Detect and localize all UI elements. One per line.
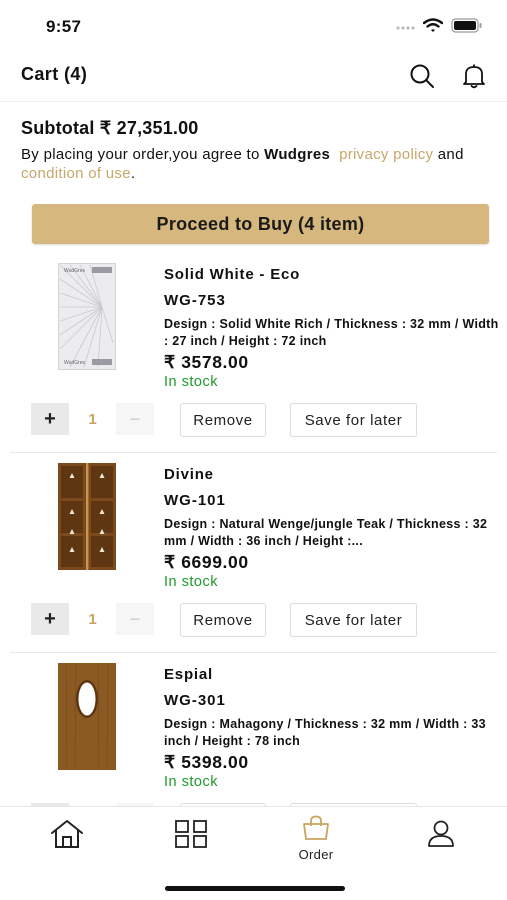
product-name[interactable]: Divine (164, 466, 499, 483)
agreement-and: and (433, 146, 464, 163)
product-image[interactable] (58, 662, 116, 771)
order-summary: Subtotal ₹ 27,351.00 By placing your ord… (21, 118, 491, 183)
home-indicator (165, 886, 345, 891)
product-price: ₹ 3578.00 (164, 352, 249, 372)
agreement-period: . (130, 165, 136, 182)
brand-name: Wudgres (264, 146, 331, 163)
image-brand-top: WudGres (64, 268, 86, 274)
decrease-quantity-button[interactable]: − (116, 603, 154, 635)
condition-of-use-link[interactable]: condition of use (21, 165, 131, 182)
nav-profile[interactable] (411, 819, 471, 865)
bottom-navigation: Order (0, 806, 507, 900)
nav-order-label: Order (298, 847, 334, 862)
cart-item: Espial WG-301 Design : Mahagony / Thickn… (0, 653, 507, 806)
agreement-prefix: By placing your order,you agree to (21, 146, 265, 163)
product-description: Design : Solid White Rich / Thickness : … (164, 317, 499, 348)
user-icon (426, 819, 456, 852)
product-sku: WG-753 (164, 292, 226, 309)
status-bar: 9:57 (0, 0, 507, 52)
cart-item: Divine WG-101 Design : Natural Wenge/jun… (0, 453, 507, 653)
product-name[interactable]: Solid White - Eco (164, 266, 499, 283)
save-for-later-button[interactable]: Save for later (290, 403, 417, 437)
product-sku: WG-301 (164, 692, 226, 709)
decrease-quantity-button[interactable]: − (116, 403, 154, 435)
product-info: Divine WG-101 Design : Natural Wenge/jun… (164, 466, 499, 590)
home-icon (50, 819, 84, 854)
cart-item: WudGres WudGres Solid White - Eco WG-753… (0, 253, 507, 453)
grid-icon (174, 819, 208, 854)
stock-status: In stock (164, 774, 218, 790)
stock-status: In stock (164, 374, 218, 390)
product-image[interactable]: WudGres WudGres (58, 263, 116, 370)
app-header: Cart (4) (0, 52, 507, 102)
nav-categories[interactable] (161, 819, 221, 865)
notifications-button[interactable] (460, 64, 488, 92)
product-sku: WG-101 (164, 492, 226, 509)
search-button[interactable] (408, 64, 436, 92)
product-price: ₹ 5398.00 (164, 752, 249, 772)
status-icons (395, 18, 483, 38)
save-for-later-button[interactable]: Save for later (290, 603, 417, 637)
quantity-stepper: + 1 − (31, 403, 154, 435)
product-info: Solid White - Eco WG-753 Design : Solid … (164, 266, 499, 390)
signal-icon (395, 19, 415, 37)
product-description: Design : Mahagony / Thickness : 32 mm / … (164, 717, 486, 748)
shopping-bag-icon (301, 815, 331, 846)
subtotal-text: Subtotal ₹ 27,351.00 (21, 118, 199, 138)
stock-status: In stock (164, 574, 218, 590)
quantity-value: 1 (88, 410, 97, 428)
status-time: 9:57 (46, 17, 82, 36)
page-title: Cart (4) (21, 64, 88, 84)
product-description: Design : Natural Wenge/jungle Teak / Thi… (164, 517, 488, 548)
agreement-text: By placing your order,you agree to Wudgr… (21, 145, 491, 183)
product-image[interactable] (58, 463, 116, 570)
increase-quantity-button[interactable]: + (31, 603, 69, 635)
quantity-stepper: + 1 − (31, 603, 154, 635)
remove-button[interactable]: Remove (180, 603, 266, 637)
battery-icon (451, 18, 483, 38)
product-name[interactable]: Espial (164, 666, 499, 683)
privacy-policy-link[interactable]: privacy policy (339, 146, 433, 163)
product-price: ₹ 6699.00 (164, 552, 249, 572)
increase-quantity-button[interactable]: + (31, 403, 69, 435)
nav-order[interactable]: Order (286, 815, 346, 862)
wifi-icon (422, 18, 444, 38)
bell-icon (462, 63, 486, 94)
product-info: Espial WG-301 Design : Mahagony / Thickn… (164, 666, 499, 790)
remove-button[interactable]: Remove (180, 403, 266, 437)
quantity-value: 1 (88, 610, 97, 628)
nav-home[interactable] (37, 819, 97, 865)
cart-items-list: WudGres WudGres Solid White - Eco WG-753… (0, 253, 507, 806)
proceed-to-buy-button[interactable]: Proceed to Buy (4 item) (32, 204, 489, 244)
image-brand-bottom: WudGres (64, 360, 86, 366)
search-icon (409, 63, 435, 94)
